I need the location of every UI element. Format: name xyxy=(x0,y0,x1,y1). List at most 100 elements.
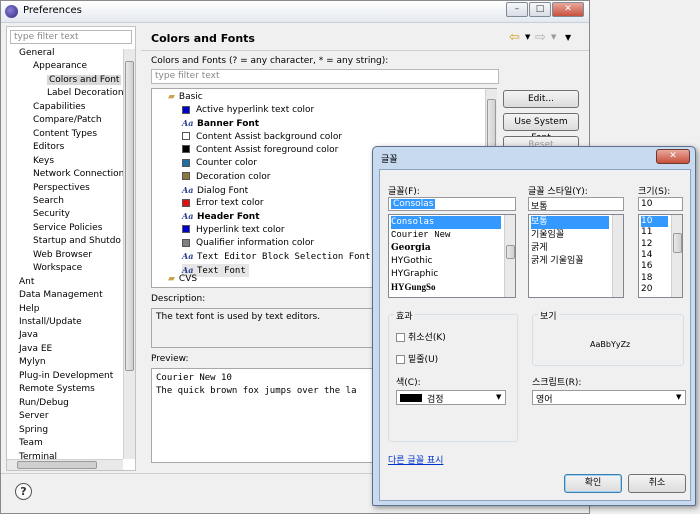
tree-group-basic[interactable]: ▰ Basic xyxy=(168,91,203,104)
list-item[interactable]: 11 xyxy=(641,227,668,238)
nav-item[interactable]: Label Decoration xyxy=(47,88,124,98)
nav-item[interactable]: Web Browser xyxy=(33,250,92,260)
nav-item[interactable]: Remote Systems xyxy=(19,384,95,394)
nav-scroll-thumb[interactable] xyxy=(125,61,134,371)
strikeout-checkbox-box[interactable] xyxy=(396,333,405,342)
font-style-input[interactable]: 보통 xyxy=(528,197,624,212)
list-item[interactable]: 굵게 xyxy=(531,242,609,255)
underline-checkbox-box[interactable] xyxy=(396,355,405,364)
nav-item[interactable]: Data Management xyxy=(19,290,103,300)
nav-item[interactable]: Plug-in Development xyxy=(19,371,113,381)
colors-filter-input[interactable]: type filter text xyxy=(151,69,499,84)
font-size-list[interactable]: 10 11 12 14 16 18 20 xyxy=(638,214,683,298)
nav-item[interactable]: Mylyn xyxy=(19,357,46,367)
back-arrow-icon[interactable]: ⇦ xyxy=(509,30,520,45)
tree-entry[interactable]: Error text color xyxy=(182,197,264,210)
title-bar[interactable]: Preferences – □ ✕ xyxy=(1,1,589,23)
nav-item[interactable]: Run/Debug xyxy=(19,398,69,408)
font-size-input[interactable]: 10 xyxy=(638,197,683,211)
font-name-input[interactable]: Consolas xyxy=(388,197,516,211)
script-select[interactable]: 영어 ▼ xyxy=(532,390,686,405)
tree-entry[interactable]: Aa Banner Font xyxy=(182,117,259,130)
list-item[interactable]: HYGraphic xyxy=(391,268,501,281)
list-item[interactable]: Courier New xyxy=(391,229,501,242)
list-item[interactable]: HYGungSo xyxy=(391,281,501,294)
nav-item[interactable]: Network Connection xyxy=(33,169,124,179)
nav-item[interactable]: Install/Update xyxy=(19,317,82,327)
list-item[interactable]: 보통 xyxy=(531,216,609,229)
back-dropdown-icon[interactable]: ▼ xyxy=(525,33,530,41)
strikeout-checkbox[interactable]: 취소선(K) xyxy=(396,330,446,343)
forward-dropdown-icon[interactable]: ▼ xyxy=(551,33,556,41)
tree-entry[interactable]: Decoration color xyxy=(182,171,270,184)
nav-item[interactable]: Spring xyxy=(19,425,48,435)
nav-item[interactable]: Editors xyxy=(33,142,64,152)
nav-item[interactable]: Java EE xyxy=(19,344,52,354)
nav-vertical-scrollbar[interactable] xyxy=(123,49,135,459)
list-item[interactable]: Consolas xyxy=(391,216,501,229)
tree-entry[interactable]: Active hyperlink text color xyxy=(182,104,314,117)
nav-item[interactable]: Java xyxy=(19,330,38,340)
list-item[interactable]: 12 xyxy=(641,239,668,250)
nav-item[interactable]: Server xyxy=(19,411,49,421)
nav-item[interactable]: Search xyxy=(33,196,64,206)
font-list[interactable]: Consolas Courier New Georgia HYGothic HYGrap… xyxy=(388,214,516,298)
nav-item[interactable]: Content Types xyxy=(33,129,97,139)
tree-entry[interactable]: Aa Dialog Font xyxy=(182,184,248,197)
tree-entry[interactable]: Content Assist background color xyxy=(182,131,342,144)
use-system-font-button[interactable]: Use System Font xyxy=(503,113,579,143)
size-list-thumb[interactable] xyxy=(673,233,682,253)
list-item[interactable]: HYGothic xyxy=(391,255,501,268)
edit-button[interactable]: Edit... xyxy=(503,90,579,108)
color-select[interactable]: 검정 ▼ xyxy=(396,390,506,405)
list-item[interactable]: 기울임꼴 xyxy=(531,229,609,242)
nav-item[interactable]: Colors and Font xyxy=(47,74,122,85)
view-menu-icon[interactable]: ▼ xyxy=(565,33,571,42)
nav-item[interactable]: Ant xyxy=(19,277,34,287)
cancel-button[interactable]: 취소 xyxy=(628,474,686,493)
list-item[interactable]: Georgia xyxy=(391,242,501,255)
nav-filter-input[interactable]: type filter text xyxy=(10,30,132,44)
nav-item[interactable]: General xyxy=(19,48,54,58)
style-list-scrollbar[interactable] xyxy=(612,215,623,297)
close-button[interactable]: ✕ xyxy=(552,2,584,17)
nav-item[interactable]: Startup and Shutdo xyxy=(33,236,121,246)
tree-entry[interactable]: Aa Text Editor Block Selection Font xyxy=(182,250,370,263)
tree-entry[interactable]: Content Assist foreground color xyxy=(182,144,338,157)
nav-item[interactable]: Team xyxy=(19,438,43,448)
underline-checkbox[interactable]: 밑줄(U) xyxy=(396,352,438,365)
help-icon[interactable]: ? xyxy=(15,483,32,500)
more-fonts-link[interactable]: 다른 글꼴 표시 xyxy=(388,453,443,466)
nav-item[interactable]: Keys xyxy=(33,156,54,166)
font-list-thumb[interactable] xyxy=(506,245,515,259)
font-style-list[interactable]: 보통 기울임꼴 굵게 굵게 기울임꼴 xyxy=(528,214,624,298)
font-list-scrollbar[interactable] xyxy=(504,215,515,297)
nav-horizontal-scrollbar[interactable] xyxy=(7,459,123,470)
nav-item[interactable]: Help xyxy=(19,304,40,314)
ok-button[interactable]: 확인 xyxy=(564,474,622,493)
maximize-button[interactable]: □ xyxy=(529,2,551,17)
nav-item[interactable]: Appearance xyxy=(33,61,87,71)
forward-arrow-icon[interactable]: ⇨ xyxy=(535,30,546,45)
nav-item[interactable]: Security xyxy=(33,209,70,219)
list-item[interactable]: 20 xyxy=(641,284,668,295)
list-item[interactable]: 10 xyxy=(641,216,668,227)
list-item[interactable]: 16 xyxy=(641,261,668,272)
dialog-close-button[interactable]: ✕ xyxy=(656,149,690,164)
size-list-scrollbar[interactable] xyxy=(671,215,682,297)
nav-item[interactable]: Workspace xyxy=(33,263,82,273)
tree-entry[interactable]: Qualifier information color xyxy=(182,237,314,250)
nav-item[interactable]: Perspectives xyxy=(33,183,90,193)
tree-entry[interactable]: Aa Header Font xyxy=(182,210,260,223)
list-item[interactable]: 굵게 기울임꼴 xyxy=(531,255,609,268)
nav-hscroll-thumb[interactable] xyxy=(17,461,97,469)
list-item[interactable]: 18 xyxy=(641,273,668,284)
nav-item[interactable]: Compare/Patch xyxy=(33,115,102,125)
nav-item[interactable]: Service Policies xyxy=(33,223,102,233)
tree-group-cvs[interactable]: ▰ CVS xyxy=(168,273,197,286)
nav-item[interactable]: Capabilities xyxy=(33,102,86,112)
minimize-button[interactable]: – xyxy=(506,2,528,17)
tree-entry[interactable]: Counter color xyxy=(182,157,257,170)
tree-entry[interactable]: Hyperlink text color xyxy=(182,224,285,237)
list-item[interactable]: 14 xyxy=(641,250,668,261)
